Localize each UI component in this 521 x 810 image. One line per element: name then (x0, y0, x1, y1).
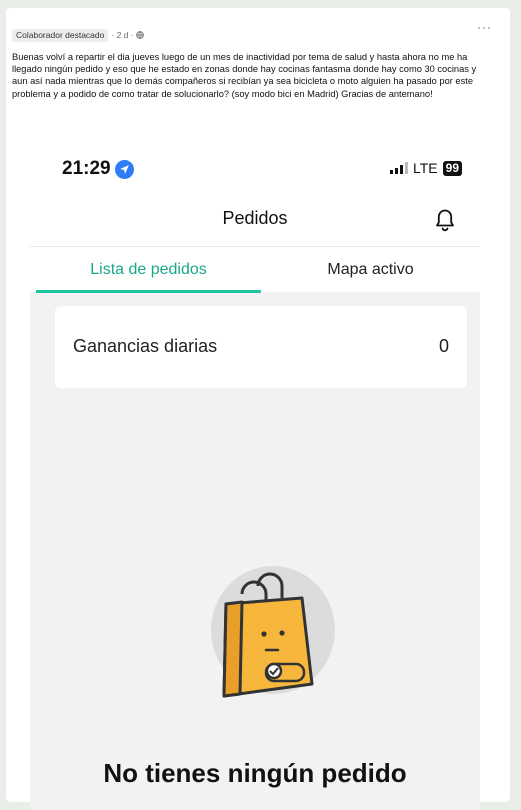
active-tab-indicator (36, 290, 261, 293)
bell-icon[interactable] (434, 208, 456, 232)
app-header: 21:29 LTE 99 Pedidos Lista de pedidos Ma… (30, 148, 480, 293)
status-time: 21:29 (62, 158, 134, 180)
tab-active-map[interactable]: Mapa activo (261, 247, 480, 293)
page-title: Pedidos (222, 208, 288, 228)
post-body-text: Buenas volví a repartir el dia jueves lu… (12, 52, 477, 99)
signal-icon (390, 162, 408, 174)
earnings-value: 0 (438, 336, 449, 356)
daily-earnings-card[interactable]: Ganancias diarias 0 (55, 306, 467, 388)
more-options-button[interactable]: ··· (477, 20, 492, 34)
network-type: LTE (413, 160, 438, 176)
contributor-badge: Colaborador destacado (12, 28, 109, 42)
location-arrow-icon (114, 159, 134, 179)
status-indicators: LTE 99 (390, 160, 462, 176)
tab-bar: Lista de pedidos Mapa activo (30, 246, 480, 293)
post-card: Colaborador destacado · 2 d · ··· Buenas… (6, 8, 510, 810)
phone-screenshot: 21:29 LTE 99 Pedidos Lista de pedidos Ma… (30, 148, 480, 810)
status-time-text: 21:29 (62, 158, 111, 179)
post-meta: · 2 d · (111, 30, 144, 40)
battery-indicator: 99 (442, 160, 462, 176)
earnings-label: Ganancias diarias (73, 336, 218, 356)
post-header: Colaborador destacado · 2 d · (12, 28, 144, 42)
empty-state-message: No tienes ningún pedido (103, 758, 407, 788)
tab-order-list[interactable]: Lista de pedidos (36, 247, 261, 293)
post-time: · 2 d · (111, 30, 134, 40)
globe-icon (135, 31, 144, 39)
shopping-bag-illustration (211, 566, 335, 698)
